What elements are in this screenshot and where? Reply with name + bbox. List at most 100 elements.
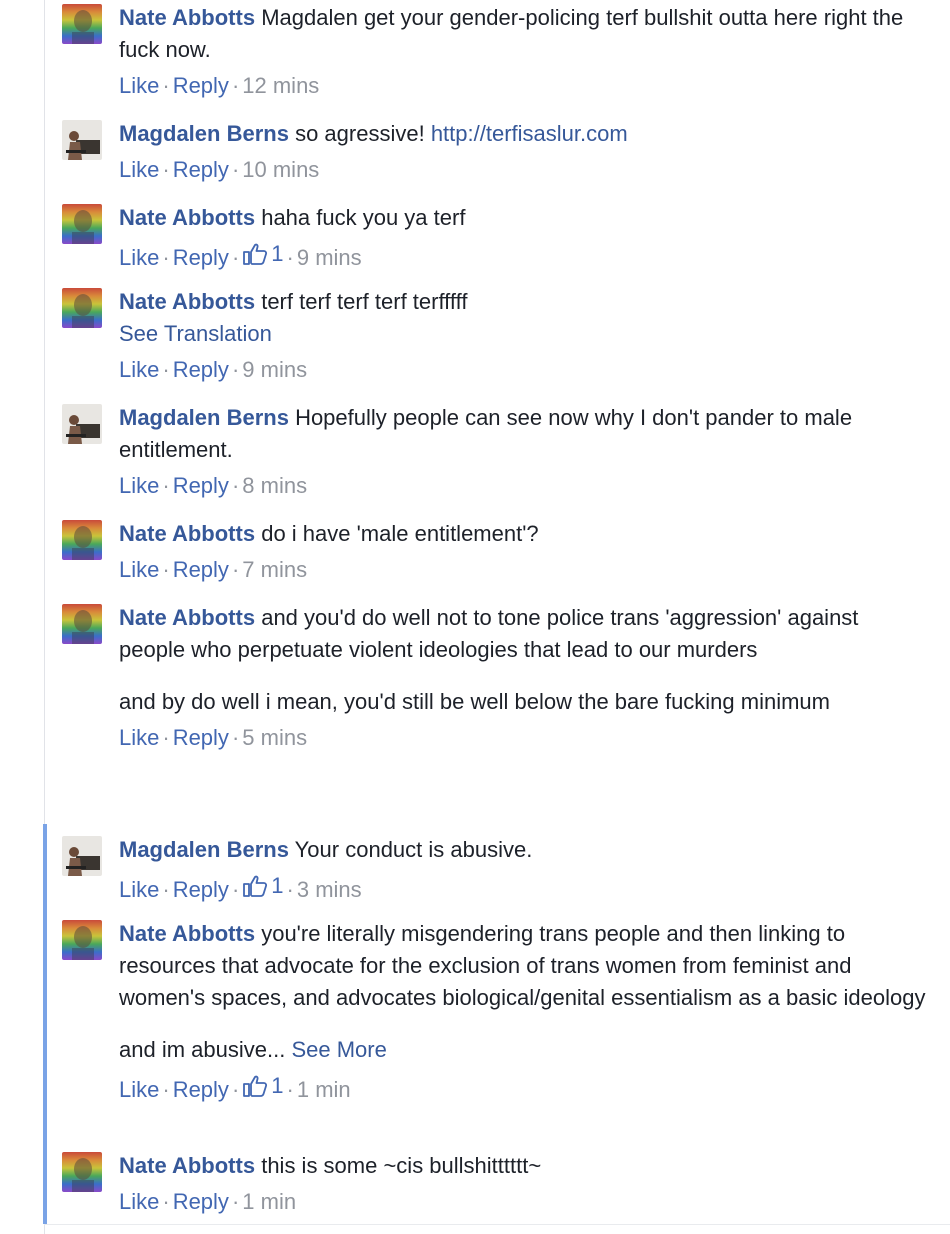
reply-button[interactable]: Reply (173, 557, 229, 582)
comment: Nate Abbotts terf terf terf terf terffff… (62, 286, 930, 386)
timestamp[interactable]: 8 mins (242, 473, 307, 498)
comment-actions: Like · Reply · 8 mins (119, 473, 308, 498)
like-button[interactable]: Like (119, 725, 159, 750)
comment-link[interactable]: http://terfisaslur.com (431, 121, 628, 146)
comment-body: terf terf terf terf terfffff (261, 289, 468, 314)
comment: Nate Abbotts you're literally misgenderi… (62, 918, 930, 1106)
bottom-divider (44, 1224, 950, 1225)
comment-actions: Like · Reply · 5 mins (119, 725, 308, 750)
avatar-nate-abbotts[interactable] (62, 1152, 102, 1192)
like-button[interactable]: Like (119, 473, 159, 498)
comment-actions: Like · Reply · 12 mins (119, 73, 320, 98)
timestamp[interactable]: 10 mins (242, 157, 319, 182)
thumbs-up-icon (243, 243, 268, 265)
reply-button[interactable]: Reply (173, 725, 229, 750)
like-count: 1 (271, 241, 284, 266)
reply-button[interactable]: Reply (173, 245, 229, 270)
like-button[interactable]: Like (119, 73, 159, 98)
timestamp[interactable]: 12 mins (242, 73, 319, 98)
comment-author[interactable]: Nate Abbotts (119, 921, 255, 946)
like-button[interactable]: Like (119, 245, 159, 270)
timestamp[interactable]: 3 mins (297, 877, 362, 902)
comment: Nate Abbotts haha fuck you ya terf Like ·… (62, 202, 930, 274)
comment-body: do i have 'male entitlement'? (261, 521, 539, 546)
comment-body: so agressive! (295, 121, 425, 146)
reaction-count[interactable]: 1 (242, 870, 284, 902)
avatar-nate-abbotts[interactable] (62, 4, 102, 44)
thumbs-up-icon (243, 875, 268, 897)
reaction-count[interactable]: 1 (242, 238, 284, 270)
comment-actions: Like · Reply · 1 · 3 mins (119, 870, 930, 906)
comment-text: Nate Abbotts and you'd do well not to to… (119, 602, 930, 666)
comment-author[interactable]: Magdalen Berns (119, 837, 289, 862)
profile-photo-icon (62, 836, 102, 876)
comment-text-continued: and by do well i mean, you'd still be we… (119, 689, 830, 714)
reply-button[interactable]: Reply (173, 473, 229, 498)
reply-button[interactable]: Reply (173, 157, 229, 182)
comment-author[interactable]: Nate Abbotts (119, 605, 255, 630)
comment-actions: Like · Reply · 10 mins (119, 157, 320, 182)
avatar-nate-abbotts[interactable] (62, 920, 102, 960)
comment-actions: Like · Reply · 9 mins (119, 357, 308, 382)
timestamp[interactable]: 9 mins (297, 245, 362, 270)
comment-text: Nate Abbotts this is some ~cis bullshitt… (119, 1150, 930, 1182)
avatar-nate-abbotts[interactable] (62, 520, 102, 560)
comment: Magdalen Berns so agressive! http://terf… (62, 118, 930, 186)
comment: Magdalen Berns Your conduct is abusive. … (62, 834, 930, 906)
comment-text-continued: and im abusive... See More (119, 1034, 930, 1066)
reply-button[interactable]: Reply (173, 357, 229, 382)
reaction-count[interactable]: 1 (242, 1070, 284, 1102)
comment-author[interactable]: Magdalen Berns (119, 121, 289, 146)
see-more-link[interactable]: See More (291, 1037, 386, 1062)
timestamp[interactable]: 7 mins (242, 557, 307, 582)
comment-author[interactable]: Nate Abbotts (119, 5, 255, 30)
reply-button[interactable]: Reply (173, 1189, 229, 1214)
reply-button[interactable]: Reply (173, 73, 229, 98)
comment-author[interactable]: Nate Abbotts (119, 289, 255, 314)
avatar-nate-abbotts[interactable] (62, 204, 102, 244)
avatar-magdalen-berns[interactable] (62, 404, 102, 444)
thumbs-up-icon (243, 1075, 268, 1097)
timestamp[interactable]: 9 mins (242, 357, 307, 382)
like-button[interactable]: Like (119, 1189, 159, 1214)
like-button[interactable]: Like (119, 1077, 159, 1102)
comment-author[interactable]: Nate Abbotts (119, 205, 255, 230)
like-button[interactable]: Like (119, 357, 159, 382)
reply-button[interactable]: Reply (173, 1077, 229, 1102)
comment-actions: Like · Reply · 1 · 9 mins (119, 238, 930, 274)
rainbow-profile-icon (62, 604, 102, 644)
comment: Nate Abbotts Magdalen get your gender-po… (62, 2, 930, 102)
avatar-magdalen-berns[interactable] (62, 120, 102, 160)
comment: Nate Abbotts and you'd do well not to to… (62, 602, 930, 754)
comment-author[interactable]: Nate Abbotts (119, 521, 255, 546)
like-button[interactable]: Like (119, 557, 159, 582)
timestamp[interactable]: 1 min (297, 1077, 351, 1102)
rainbow-profile-icon (62, 288, 102, 328)
avatar-nate-abbotts[interactable] (62, 604, 102, 644)
like-button[interactable]: Like (119, 877, 159, 902)
comment-text: Nate Abbotts terf terf terf terf terffff… (119, 286, 930, 318)
comment: Magdalen Berns Hopefully people can see … (62, 402, 930, 502)
avatar-nate-abbotts[interactable] (62, 288, 102, 328)
avatar-magdalen-berns[interactable] (62, 836, 102, 876)
reply-thread-indicator (43, 824, 47, 1224)
rainbow-profile-icon (62, 4, 102, 44)
comment: Nate Abbotts this is some ~cis bullshitt… (62, 1150, 930, 1218)
comment-text: Magdalen Berns so agressive! http://terf… (119, 118, 930, 150)
comment-actions: Like · Reply · 1 min (119, 1189, 297, 1214)
see-translation-link[interactable]: See Translation (119, 318, 930, 350)
like-count: 1 (271, 873, 284, 898)
reply-button[interactable]: Reply (173, 877, 229, 902)
rainbow-profile-icon (62, 204, 102, 244)
timestamp[interactable]: 5 mins (242, 725, 307, 750)
comment-text: Nate Abbotts do i have 'male entitlement… (119, 518, 930, 550)
comment-actions: Like · Reply · 7 mins (119, 557, 308, 582)
comment-body: haha fuck you ya terf (261, 205, 466, 230)
comment-text: Nate Abbotts haha fuck you ya terf (119, 202, 930, 234)
comment-text: Magdalen Berns Hopefully people can see … (119, 402, 930, 466)
comment-author[interactable]: Magdalen Berns (119, 405, 289, 430)
rainbow-profile-icon (62, 1152, 102, 1192)
like-button[interactable]: Like (119, 157, 159, 182)
timestamp[interactable]: 1 min (242, 1189, 296, 1214)
comment-author[interactable]: Nate Abbotts (119, 1153, 255, 1178)
